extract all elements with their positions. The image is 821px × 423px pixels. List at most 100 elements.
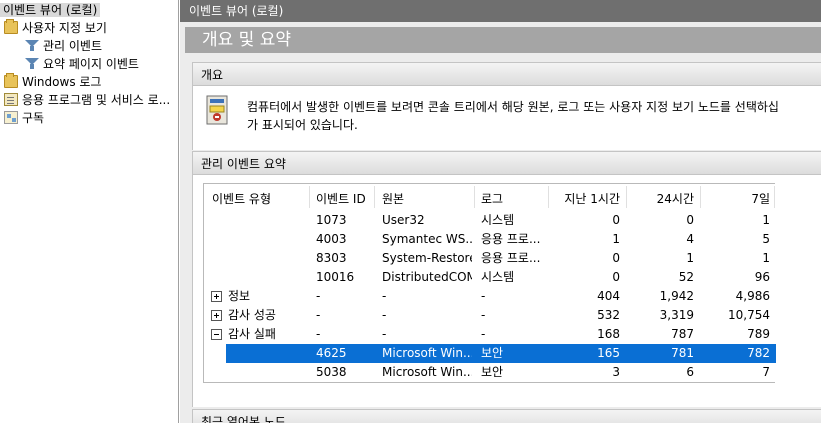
table-cell-h24: 781 <box>671 346 694 360</box>
admin-summary-section-header[interactable]: 관리 이벤트 요약 <box>192 151 821 175</box>
table-cell-source: System-Restore <box>382 251 472 265</box>
table-cell-d7: 1 <box>762 251 770 265</box>
tree-node-label: 요약 페이지 이벤트 <box>43 57 139 71</box>
table-cell-h1: 0 <box>612 270 620 284</box>
table-cell-h24: 52 <box>678 270 694 284</box>
column-divider[interactable] <box>548 186 549 208</box>
table-row[interactable]: 정보 - - - 404 1,942 4,986 <box>204 287 776 306</box>
pane-body[interactable]: 개요 및 요약 개요 컴퓨터에서 발생한 이벤트를 보려면 콘솔 트리에서 해당… <box>180 22 821 423</box>
tree-node-label: 구독 <box>22 111 45 125</box>
table-cell-h1: 168 <box>597 327 620 341</box>
table-cell-h1: 0 <box>612 213 620 227</box>
table-cell-h1: 3 <box>612 365 620 379</box>
column-header-24-hours[interactable]: 24시간 <box>628 190 694 208</box>
tree-node-app-service-logs[interactable]: 응용 프로그램 및 서비스 로... <box>4 91 170 109</box>
table-cell-d7: 782 <box>747 346 770 360</box>
tree-node-subscriptions[interactable]: 구독 <box>4 109 44 127</box>
table-cell-log: - <box>481 308 486 322</box>
collapse-icon[interactable] <box>211 329 222 340</box>
table-cell-source: - <box>382 308 387 322</box>
column-divider[interactable] <box>700 186 701 208</box>
table-cell-source: Microsoft Win... <box>382 346 472 360</box>
table-cell-h1: 0 <box>612 251 620 265</box>
log-folder-icon <box>4 93 18 106</box>
table-row[interactable]: 감사 성공 - - - 532 3,319 10,754 <box>204 306 776 325</box>
table-cell-log: - <box>481 327 486 341</box>
event-log-icon <box>206 95 228 125</box>
table-cell-id: 10016 <box>316 270 355 284</box>
table-row[interactable]: 5038 Microsoft Win... 보안 3 6 7 <box>204 363 776 382</box>
table-row[interactable]: 4625 Microsoft Win... 보안 165 781 782 <box>226 344 776 363</box>
table-cell-h1: 532 <box>597 308 620 322</box>
column-header-7-days[interactable]: 7일 <box>702 190 770 208</box>
table-cell-d7: 4,986 <box>735 289 770 303</box>
column-divider[interactable] <box>309 186 310 208</box>
folder-icon <box>4 73 18 88</box>
tree-node-label: Windows 로그 <box>22 75 102 89</box>
tree-node-summary-page-events[interactable]: 요약 페이지 이벤트 <box>25 55 139 73</box>
table-cell-source: Microsoft Win... <box>382 365 472 379</box>
tree-node-admin-events[interactable]: 관리 이벤트 <box>25 37 102 55</box>
overview-description: 컴퓨터에서 발생한 이벤트를 보려면 콘솔 트리에서 해당 원본, 로그 또는 … <box>247 98 821 134</box>
column-divider[interactable] <box>774 186 775 208</box>
column-header-source[interactable]: 원본 <box>382 190 404 208</box>
table-cell-id: 5038 <box>316 365 347 379</box>
overview-line-1: 컴퓨터에서 발생한 이벤트를 보려면 콘솔 트리에서 해당 원본, 로그 또는 … <box>247 100 779 114</box>
table-cell-h1: 404 <box>597 289 620 303</box>
table-cell-h24: 6 <box>686 365 694 379</box>
admin-events-table[interactable]: 이벤트 유형 이벤트 ID 원본 로그 지난 1시간 24시간 7일 1073 U… <box>203 183 776 383</box>
admin-summary-section-body: 이벤트 유형 이벤트 ID 원본 로그 지난 1시간 24시간 7일 1073 U… <box>192 175 821 407</box>
table-cell-log: - <box>481 289 486 303</box>
expand-icon[interactable] <box>211 291 222 302</box>
tree-node-custom-views[interactable]: 사용자 지정 보기 <box>4 19 107 37</box>
table-cell-id: - <box>316 327 321 341</box>
table-cell-source: Symantec WS... <box>382 232 472 246</box>
table-row[interactable]: 감사 실패 - - - 168 787 789 <box>204 325 776 344</box>
recent-nodes-section-header[interactable]: 최근 열어본 노드 <box>192 409 821 423</box>
column-header-log[interactable]: 로그 <box>481 190 503 208</box>
table-cell-d7: 96 <box>754 270 770 284</box>
table-cell-log: 시스템 <box>481 213 515 227</box>
page-title: 개요 및 요약 <box>185 27 821 53</box>
table-cell-id: - <box>316 289 321 303</box>
column-divider[interactable] <box>374 186 375 208</box>
table-cell-h24: 787 <box>671 327 694 341</box>
table-cell-h24: 1,942 <box>659 289 694 303</box>
table-row[interactable]: 4003 Symantec WS... 응용 프로... 1 4 5 <box>204 230 776 249</box>
column-header-event-id[interactable]: 이벤트 ID <box>316 190 366 208</box>
folder-icon <box>4 19 18 34</box>
expand-icon[interactable] <box>211 310 222 321</box>
pane-title-bar: 이벤트 뷰어 (로컬) <box>180 0 821 22</box>
column-divider[interactable] <box>474 186 475 208</box>
section-title: 관리 이벤트 요약 <box>201 157 286 171</box>
section-title: 개요 <box>201 68 224 82</box>
column-divider[interactable] <box>626 186 627 208</box>
table-cell-h24: 1 <box>686 251 694 265</box>
table-row[interactable]: 10016 DistributedCOM 시스템 0 52 96 <box>204 268 776 287</box>
table-cell-id: 8303 <box>316 251 347 265</box>
section-title: 최근 열어본 노드 <box>201 415 286 423</box>
table-cell-d7: 5 <box>762 232 770 246</box>
table-cell-id: 4003 <box>316 232 347 246</box>
table-cell-h1: 165 <box>597 346 620 360</box>
filter-icon <box>25 39 39 52</box>
overview-section-header[interactable]: 개요 <box>192 62 821 86</box>
details-pane: 이벤트 뷰어 (로컬) 개요 및 요약 개요 컴퓨터에서 발생한 이벤트를 보려… <box>180 0 821 423</box>
tree-node-label: 응용 프로그램 및 서비스 로... <box>22 93 171 107</box>
table-cell-h24: 3,319 <box>659 308 694 322</box>
table-cell-type: 감사 성공 <box>228 308 276 322</box>
subscriptions-icon <box>4 111 18 124</box>
table-row[interactable]: 8303 System-Restore 응용 프로... 0 1 1 <box>204 249 776 268</box>
table-cell-d7: 789 <box>747 327 770 341</box>
column-header-last-hour[interactable]: 지난 1시간 <box>550 190 620 208</box>
tree-node-event-viewer-local[interactable]: 이벤트 뷰어 (로컬) <box>0 1 101 19</box>
table-cell-id: - <box>316 308 321 322</box>
table-row[interactable]: 1073 User32 시스템 0 0 1 <box>204 211 776 230</box>
table-cell-source: - <box>382 327 387 341</box>
table-cell-id: 1073 <box>316 213 347 227</box>
table-cell-source: DistributedCOM <box>382 270 472 284</box>
tree-node-windows-logs[interactable]: Windows 로그 <box>4 73 101 91</box>
overview-line-2: 가 표시되어 있습니다. <box>247 118 358 132</box>
console-tree[interactable]: 이벤트 뷰어 (로컬) 사용자 지정 보기 관리 이벤트 요약 페이지 이벤트 … <box>0 0 179 423</box>
column-header-event-type[interactable]: 이벤트 유형 <box>212 190 271 208</box>
